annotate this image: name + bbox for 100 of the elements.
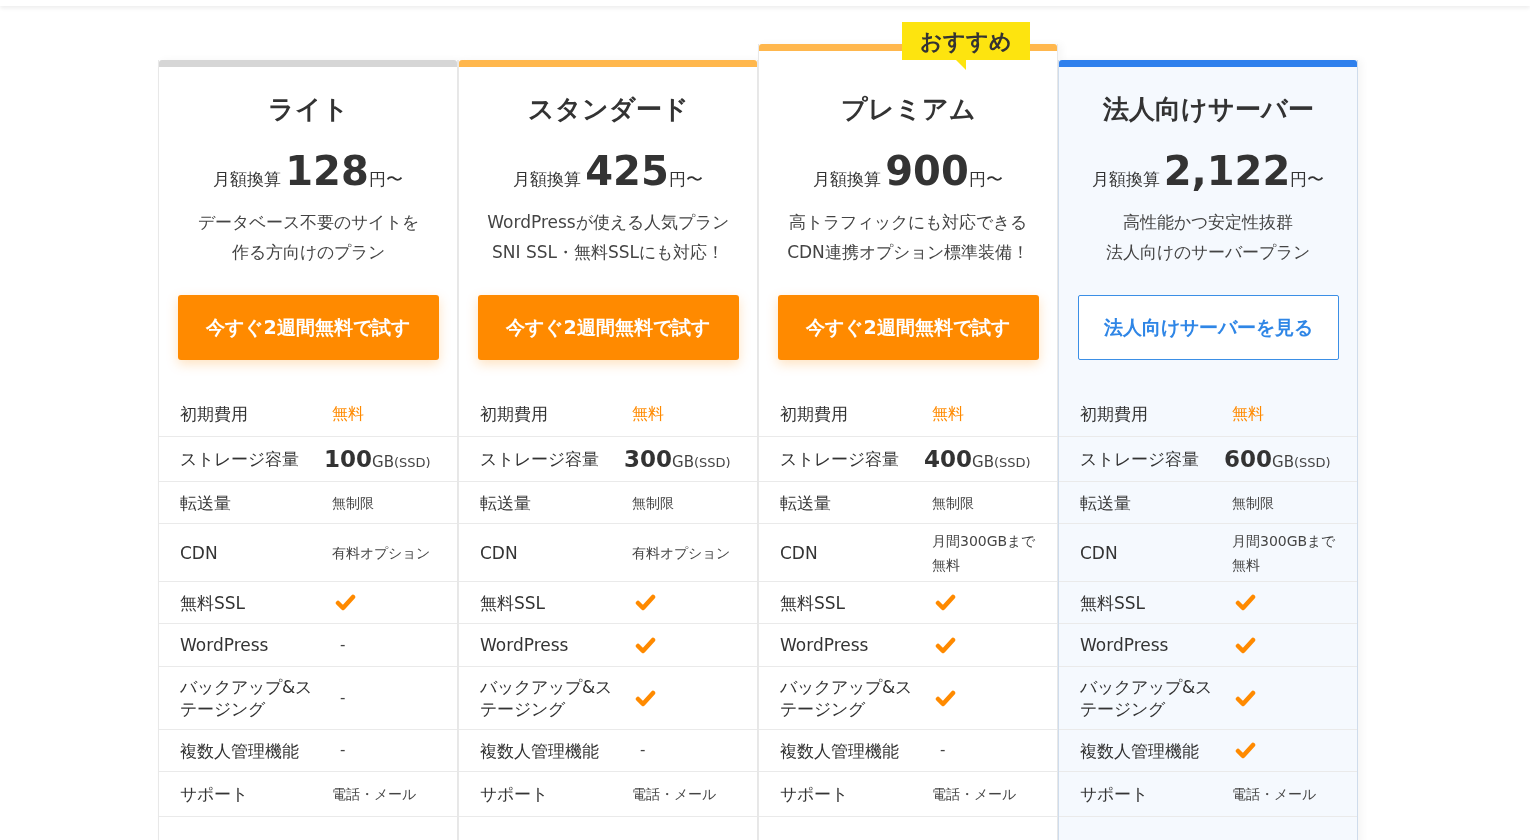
feature-value: 無制限 [632, 493, 675, 513]
feature-value: 無料 [632, 403, 664, 425]
feature-label: WordPress [780, 634, 870, 656]
feature-label: CDN [480, 541, 519, 564]
plan-title: 法人向けサーバー [1102, 93, 1314, 126]
feature-label: 複数人管理機能 [480, 739, 600, 762]
trial-button[interactable]: 今すぐ2週間無料で試す [477, 295, 739, 360]
storage-type: (SSD) [1293, 453, 1331, 472]
plan-description: 高トラフィックにも対応できる [789, 211, 1027, 234]
feature-value: 無料 [1232, 403, 1264, 425]
trial-button[interactable]: 今すぐ2週間無料で試す [777, 295, 1039, 360]
plan-description: データベース不要のサイトを [197, 211, 419, 234]
price-suffix: 円〜 [668, 168, 703, 191]
price-prefix: 月額換算 [1091, 168, 1160, 191]
corporate-button[interactable]: 法人向けサーバーを見る [1077, 295, 1339, 360]
check-icon [335, 594, 356, 611]
feature-value: 電話・メール [632, 785, 717, 804]
feature-label: ストレージ容量 [180, 448, 300, 470]
feature-label: ストレージ容量 [1080, 448, 1200, 470]
feature-label: 複数人管理機能 [780, 739, 900, 762]
storage-amount: 300 [624, 444, 672, 474]
check-icon [935, 594, 956, 611]
feature-label: 転送量 [480, 491, 532, 514]
feature-value: 月間300GBまで無料 [932, 531, 1037, 575]
feature-label: バックアップ&ステージング [1080, 676, 1214, 720]
price-amount: 900 [885, 149, 969, 193]
feature-label: 無料SSL [780, 591, 847, 614]
feature-label: WordPress [180, 634, 270, 656]
plan-title: ライト [267, 93, 349, 126]
price-suffix: 円〜 [368, 168, 403, 191]
dash-mark: - [340, 687, 346, 709]
dash-mark: - [640, 740, 646, 762]
feature-label: サポート [480, 783, 549, 805]
feature-value: 有料オプション [632, 543, 731, 563]
feature-label: CDN [180, 541, 219, 564]
dash-mark: - [940, 740, 946, 762]
price-prefix: 月額換算 [213, 168, 282, 191]
storage-unit: GB [972, 451, 994, 473]
plan-description: 作る方向けのプラン [231, 241, 385, 264]
feature-label: 初期費用 [1080, 403, 1149, 425]
feature-label: WordPress [1080, 634, 1170, 656]
check-icon [635, 689, 656, 707]
price-amount: 2,122 [1163, 149, 1291, 193]
feature-value: 月間300GBまで無料 [1232, 531, 1337, 575]
feature-label: 複数人管理機能 [1080, 739, 1200, 762]
feature-label: サポート [180, 783, 249, 805]
feature-value: 無制限 [932, 493, 975, 513]
feature-label: 無料SSL [1080, 591, 1147, 614]
price-suffix: 円〜 [968, 168, 1003, 191]
feature-label: ストレージ容量 [480, 448, 600, 470]
check-icon [1235, 594, 1256, 611]
plan-description: SNI SSL・無料SSLにも対応！ [491, 241, 724, 264]
feature-value: 無制限 [1232, 493, 1275, 513]
feature-value: 有料オプション [332, 543, 431, 563]
feature-label: CDN [1080, 541, 1119, 564]
storage-type: (SSD) [393, 453, 431, 472]
plan-description: CDN連携オプション標準装備！ [787, 241, 1029, 264]
dash-mark: - [340, 634, 346, 656]
storage-type: (SSD) [993, 453, 1031, 472]
check-icon [635, 636, 656, 654]
dash-mark: - [340, 740, 346, 762]
storage-type: (SSD) [693, 453, 731, 472]
feature-value: 無料 [332, 403, 364, 425]
check-icon [935, 689, 956, 707]
plan-title: スタンダード [527, 93, 689, 126]
plan-description: 高性能かつ安定性抜群 [1123, 211, 1293, 234]
feature-label: 転送量 [780, 491, 832, 514]
storage-unit: GB [372, 451, 394, 473]
feature-label: 転送量 [1080, 491, 1132, 514]
price-prefix: 月額換算 [513, 168, 582, 191]
check-icon [1235, 742, 1256, 759]
price-suffix: 円〜 [1290, 168, 1325, 191]
storage-unit: GB [672, 451, 694, 473]
storage-unit: GB [1272, 451, 1294, 473]
feature-label: 初期費用 [480, 403, 549, 425]
plan-description: WordPressが使える人気プラン [487, 211, 729, 234]
plan-description: 法人向けのサーバープラン [1106, 241, 1310, 264]
feature-value: 電話・メール [1232, 785, 1317, 804]
feature-label: 複数人管理機能 [180, 739, 300, 762]
feature-label: CDN [780, 541, 819, 564]
price-prefix: 月額換算 [813, 168, 882, 191]
feature-value: 無制限 [332, 493, 375, 513]
feature-value: 無料 [932, 403, 964, 425]
price-amount: 425 [585, 149, 669, 193]
storage-amount: 400 [924, 444, 972, 474]
feature-value: 電話・メール [332, 785, 417, 804]
check-icon [1235, 636, 1256, 654]
trial-button[interactable]: 今すぐ2週間無料で試す [177, 295, 439, 360]
storage-amount: 600 [1224, 444, 1272, 474]
feature-label: ストレージ容量 [780, 448, 900, 470]
feature-label: 無料SSL [180, 591, 247, 614]
storage-amount: 100 [324, 444, 372, 474]
feature-value: 電話・メール [932, 785, 1017, 804]
feature-label: 初期費用 [180, 403, 249, 425]
feature-label: 初期費用 [780, 403, 849, 425]
check-icon [935, 636, 956, 654]
feature-label: バックアップ&ステージング [180, 676, 314, 720]
price-amount: 128 [285, 149, 369, 193]
feature-label: サポート [780, 783, 849, 805]
plan-title: プレミアム [840, 93, 976, 126]
